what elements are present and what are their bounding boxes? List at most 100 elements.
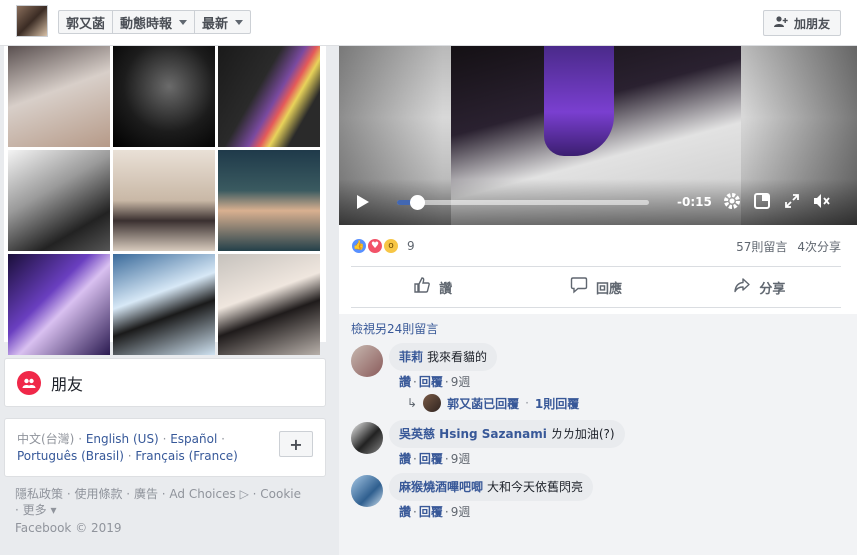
chevron-down-icon bbox=[179, 19, 188, 25]
thumbs-up-icon bbox=[413, 276, 431, 299]
add-person-icon bbox=[773, 15, 788, 31]
comments-count-link[interactable]: 57則留言 bbox=[736, 238, 787, 255]
language-line: 中文(台灣) · English (US) · Español · bbox=[17, 432, 225, 446]
comment-reply-link[interactable]: 回覆 bbox=[419, 505, 443, 519]
profile-avatar[interactable] bbox=[16, 5, 48, 37]
sort-dropdown[interactable]: 最新 bbox=[195, 11, 250, 33]
photo-grid bbox=[8, 46, 322, 355]
profile-top-bar: 郭又菡 動態時報 最新 加朋友 bbox=[0, 0, 857, 46]
language-link-portugues[interactable]: Português (Brasil) bbox=[17, 449, 124, 463]
comment: 吳英慈 Hsing Sazanami ㄌㄌ加油(?) 讚 · 回覆 · 9週 bbox=[351, 420, 845, 467]
separator-dot: · bbox=[525, 396, 529, 410]
commenter-avatar[interactable] bbox=[351, 475, 383, 507]
play-icon[interactable] bbox=[357, 195, 369, 209]
picture-in-picture-icon[interactable] bbox=[752, 192, 772, 212]
footer-link-terms[interactable]: 使用條款 bbox=[74, 487, 122, 501]
profile-name-link[interactable]: 郭又菡 bbox=[59, 11, 114, 33]
comment-meta: 讚 · 回覆 · 9週 bbox=[399, 452, 471, 466]
love-reaction-icon: ♥ bbox=[367, 238, 383, 254]
language-link-francais[interactable]: Français (France) bbox=[135, 449, 238, 463]
mute-icon[interactable] bbox=[812, 193, 832, 212]
photo-thumbnail[interactable] bbox=[8, 254, 110, 355]
reaction-count: 9 bbox=[407, 239, 415, 253]
comment-timestamp[interactable]: 9週 bbox=[451, 375, 471, 389]
commenter-name[interactable]: 麻猴燒酒嗶吧唧 bbox=[399, 480, 483, 494]
comment-timestamp[interactable]: 9週 bbox=[451, 452, 471, 466]
timeline-dropdown[interactable]: 動態時報 bbox=[113, 11, 196, 33]
caret-down-icon: ▾ bbox=[50, 503, 57, 517]
more-languages-button[interactable]: + bbox=[279, 431, 313, 457]
comment-reply-link[interactable]: 回覆 bbox=[419, 375, 443, 389]
footer-link-cookie[interactable]: Cookie bbox=[260, 487, 301, 501]
like-button[interactable]: 讚 bbox=[351, 267, 514, 307]
photo-thumbnail[interactable] bbox=[113, 254, 215, 355]
photo-thumbnail[interactable] bbox=[113, 46, 215, 147]
photos-box bbox=[4, 46, 326, 355]
language-link-espanol[interactable]: Español bbox=[170, 432, 217, 446]
wow-reaction-icon: o bbox=[383, 238, 399, 254]
copyright: Facebook © 2019 bbox=[15, 521, 122, 535]
comment-label: 回應 bbox=[595, 281, 622, 297]
commenter-name[interactable]: 菲莉 bbox=[399, 350, 423, 364]
view-more-comments-link[interactable]: 檢視另24則留言 bbox=[351, 320, 845, 337]
comment-like-link[interactable]: 讚 bbox=[399, 375, 411, 389]
photo-thumbnail[interactable] bbox=[8, 46, 110, 147]
ad-choices-label: Ad Choices bbox=[169, 487, 236, 501]
language-link-english[interactable]: English (US) bbox=[86, 432, 159, 446]
video-scrubber-handle[interactable] bbox=[410, 194, 425, 210]
fullscreen-icon[interactable] bbox=[782, 193, 802, 211]
comment-meta: 讚 · 回覆 · 9週 bbox=[399, 375, 471, 389]
add-friend-button[interactable]: 加朋友 bbox=[762, 10, 841, 36]
share-arrow-icon bbox=[733, 276, 751, 299]
comment-button[interactable]: 回應 bbox=[514, 267, 677, 307]
comment-meta: 讚 · 回覆 · 9週 bbox=[399, 505, 471, 519]
shares-count-link[interactable]: 4次分享 bbox=[797, 238, 841, 255]
photo-thumbnail[interactable] bbox=[218, 150, 320, 251]
comment-text: 大和今天依舊閃亮 bbox=[487, 480, 584, 494]
photo-thumbnail[interactable] bbox=[218, 254, 320, 355]
footer-link-ads[interactable]: 廣告 bbox=[134, 487, 158, 501]
commenter-avatar[interactable] bbox=[351, 422, 383, 454]
comment-like-link[interactable]: 讚 bbox=[399, 505, 411, 519]
video-progress-bar[interactable] bbox=[397, 194, 649, 210]
reaction-summary[interactable]: 👍 ♥ o 9 bbox=[351, 238, 415, 254]
language-line: Português (Brasil) · Français (France) bbox=[17, 449, 238, 463]
comment-reply-link[interactable]: 回覆 bbox=[419, 452, 443, 466]
footer-more-link[interactable]: 更多 ▾ bbox=[23, 503, 57, 517]
settings-gear-icon[interactable] bbox=[722, 192, 742, 213]
add-friend-label: 加朋友 bbox=[793, 16, 830, 31]
video-player[interactable]: -0:15 bbox=[339, 46, 857, 225]
post-card: -0:15 👍 ♥ o 9 57則留言 4次分享 讚 回應 分享 檢視另24則留… bbox=[339, 46, 857, 555]
share-button[interactable]: 分享 bbox=[678, 267, 841, 307]
comment-bubble: 吳英慈 Hsing Sazanami ㄌㄌ加油(?) bbox=[389, 420, 625, 448]
comment-bubble: 麻猴燒酒嗶吧唧 大和今天依舊閃亮 bbox=[389, 473, 594, 501]
footer: 隱私政策 · 使用條款 · 廣告 · Ad Choices ▷ · Cookie… bbox=[15, 486, 325, 536]
footer-link-ad-choices[interactable]: Ad Choices ▷ bbox=[169, 487, 248, 501]
comment: 麻猴燒酒嗶吧唧 大和今天依舊閃亮 讚 · 回覆 · 9週 bbox=[351, 473, 845, 520]
chevron-down-icon bbox=[235, 19, 244, 25]
footer-link-privacy[interactable]: 隱私政策 bbox=[15, 487, 63, 501]
photo-thumbnail[interactable] bbox=[218, 46, 320, 147]
friends-box[interactable]: 朋友 bbox=[4, 358, 326, 407]
photo-thumbnail[interactable] bbox=[113, 150, 215, 251]
friends-icon bbox=[17, 370, 41, 395]
comments-section: 檢視另24則留言 菲莉 我來看貓的 讚 · 回覆 · 9週 ↳ 郭又菡已回覆 · 1則回覆 bbox=[339, 314, 857, 555]
sort-label: 最新 bbox=[202, 16, 229, 32]
reply-arrow-icon: ↳ bbox=[407, 396, 418, 410]
author-replied-label: 郭又菡已回覆 bbox=[447, 396, 520, 411]
photo-thumbnail[interactable] bbox=[8, 150, 110, 251]
like-label: 讚 bbox=[439, 281, 453, 297]
share-label: 分享 bbox=[759, 281, 786, 297]
replies-count: 1則回覆 bbox=[534, 396, 580, 411]
commenter-avatar[interactable] bbox=[351, 345, 383, 377]
view-replies-link[interactable]: ↳ 郭又菡已回覆 · 1則回覆 bbox=[407, 394, 845, 412]
video-frame-detail bbox=[544, 46, 614, 156]
post-actions: 讚 回應 分享 bbox=[351, 266, 841, 308]
comment-timestamp[interactable]: 9週 bbox=[451, 505, 471, 519]
comment-text: ㄌㄌ加油(?) bbox=[550, 427, 615, 441]
video-time-remaining: -0:15 bbox=[677, 195, 712, 209]
commenter-name[interactable]: 吳英慈 Hsing Sazanami bbox=[399, 427, 547, 441]
comment-bubble: 菲莉 我來看貓的 bbox=[389, 343, 498, 371]
post-stats: 57則留言 4次分享 bbox=[736, 238, 841, 255]
comment-like-link[interactable]: 讚 bbox=[399, 452, 411, 466]
